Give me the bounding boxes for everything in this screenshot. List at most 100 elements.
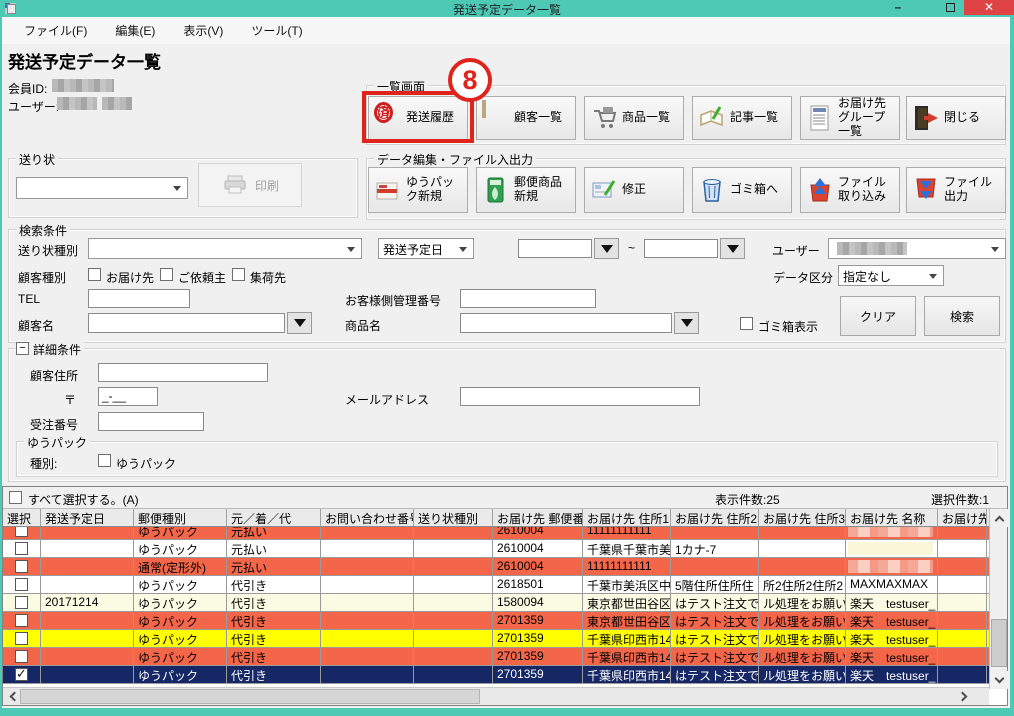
pickup-checkbox[interactable]	[232, 268, 245, 281]
cell-payment[interactable]: 代引き	[227, 612, 321, 629]
delivery-dest-checkbox[interactable]	[88, 268, 101, 281]
column-header[interactable]: 送り状種別	[414, 509, 493, 526]
cell-extra[interactable]	[938, 540, 987, 557]
row-checkbox[interactable]	[15, 578, 28, 591]
cell-date[interactable]	[41, 576, 134, 593]
table-row[interactable]: ゆうパック代引き2701359千葉県印西市14はテスト注文ですル処理をお願いし楽…	[3, 666, 989, 684]
search-button[interactable]: 検索	[924, 296, 1000, 336]
cell-extra[interactable]	[938, 630, 987, 647]
delivery-group-list-button[interactable]: お届け先グループ一覧	[800, 96, 900, 140]
cell-inquiry[interactable]	[321, 612, 414, 629]
to-trash-button[interactable]: ゴミ箱へ	[692, 167, 792, 213]
cell-payment[interactable]: 代引き	[227, 576, 321, 593]
column-header[interactable]: 元／着／代	[227, 509, 321, 526]
cell-addr1[interactable]: 千葉市美浜区中	[583, 576, 671, 593]
row-checkbox[interactable]	[15, 650, 28, 663]
cell-inquiry[interactable]	[321, 527, 414, 539]
print-button[interactable]: 印刷	[198, 163, 302, 207]
cell-type[interactable]: ゆうパック	[134, 630, 227, 647]
cell-date[interactable]	[41, 527, 134, 539]
row-checkbox[interactable]	[15, 560, 28, 573]
cell-addr2[interactable]: はテスト注文です	[671, 666, 759, 683]
cell-addr1[interactable]: 千葉県印西市14	[583, 648, 671, 665]
cell-name[interactable]	[846, 558, 938, 575]
cell-invoice_type[interactable]	[414, 576, 493, 593]
data-kind-combo[interactable]: 指定なし	[838, 265, 944, 286]
trash-display-checkbox[interactable]	[740, 317, 753, 330]
cell-name[interactable]	[846, 527, 938, 539]
cell-invoice_type[interactable]	[414, 558, 493, 575]
minimize-button[interactable]: –	[888, 0, 908, 15]
row-checkbox-checked[interactable]	[15, 668, 28, 681]
select-all-checkbox[interactable]	[9, 491, 22, 504]
table-row[interactable]: ゆうパック代引き2701359東京都世田谷区はテスト注文ですル処理をお願いし楽天…	[3, 612, 989, 630]
cell-invoice_type[interactable]	[414, 666, 493, 683]
select-cell[interactable]	[3, 648, 41, 665]
clear-button[interactable]: クリア	[840, 296, 916, 336]
horizontal-scroll-thumb[interactable]	[20, 689, 480, 704]
cell-extra[interactable]	[938, 527, 987, 539]
cell-type[interactable]: ゆうパック	[134, 666, 227, 683]
column-header[interactable]: お届け先 住所1	[583, 509, 671, 526]
row-checkbox[interactable]	[15, 527, 28, 537]
date-from-dropdown-button[interactable]	[594, 238, 619, 259]
close-screen-button[interactable]: 閉じる	[906, 96, 1006, 140]
cell-addr2[interactable]: はテスト注文です	[671, 630, 759, 647]
cell-addr3[interactable]	[759, 540, 846, 557]
cell-date[interactable]	[41, 540, 134, 557]
cell-postal[interactable]: 2701359	[493, 630, 583, 647]
file-export-button[interactable]: ファイル出力	[906, 167, 1006, 213]
cell-addr1[interactable]: 千葉県印西市14	[583, 630, 671, 647]
cell-name[interactable]: 楽天 testuser_	[846, 666, 938, 683]
cell-payment[interactable]: 代引き	[227, 648, 321, 665]
cell-inquiry[interactable]	[321, 648, 414, 665]
cell-invoice_type[interactable]	[414, 612, 493, 629]
cell-inquiry[interactable]	[321, 666, 414, 683]
table-row[interactable]: 通常(定形外)元払い261000411111111111	[3, 558, 989, 576]
cell-addr3[interactable]: ル処理をお願いし	[759, 594, 846, 611]
cell-name[interactable]: MAXMAXMAX	[846, 576, 938, 593]
cell-inquiry[interactable]	[321, 540, 414, 557]
cell-invoice_type[interactable]	[414, 630, 493, 647]
cell-type[interactable]: ゆうパック	[134, 540, 227, 557]
cell-extra[interactable]	[938, 648, 987, 665]
email-input[interactable]	[460, 387, 700, 406]
cell-addr2[interactable]: はテスト注文です	[671, 594, 759, 611]
cell-addr2[interactable]	[671, 527, 759, 539]
customer-name-dropdown-button[interactable]	[287, 312, 312, 334]
cell-name[interactable]: 楽天 testuser_	[846, 630, 938, 647]
cell-type[interactable]: ゆうパック	[134, 648, 227, 665]
cell-name[interactable]: 楽天 testuser_	[846, 648, 938, 665]
cell-inquiry[interactable]	[321, 576, 414, 593]
select-cell[interactable]	[3, 630, 41, 647]
cell-date[interactable]	[41, 648, 134, 665]
menu-view[interactable]: 表示(V)	[169, 22, 237, 39]
cell-postal[interactable]: 1580094	[493, 594, 583, 611]
select-cell[interactable]	[3, 612, 41, 629]
vertical-scroll-thumb[interactable]	[991, 619, 1007, 667]
column-header[interactable]: 発送予定日	[41, 509, 134, 526]
customer-mgmt-input[interactable]	[460, 289, 596, 308]
menu-edit[interactable]: 編集(E)	[101, 22, 169, 39]
maximize-button[interactable]	[940, 0, 960, 15]
cell-date[interactable]	[41, 558, 134, 575]
invoice-type-combo[interactable]	[88, 238, 362, 259]
postal-input[interactable]: _-__	[98, 387, 158, 406]
detail-collapse-toggle[interactable]: −	[16, 342, 29, 355]
column-header[interactable]: 郵便種別	[134, 509, 227, 526]
cell-invoice_type[interactable]	[414, 648, 493, 665]
cell-addr1[interactable]: 11111111111	[583, 527, 671, 539]
cell-addr2[interactable]: 5階住所住所住	[671, 576, 759, 593]
horizontal-scrollbar[interactable]	[3, 687, 989, 705]
row-checkbox[interactable]	[15, 614, 28, 627]
select-cell[interactable]	[3, 558, 41, 575]
cell-addr3[interactable]	[759, 527, 846, 539]
column-header[interactable]: お届け先	[938, 509, 987, 526]
customer-address-input[interactable]	[98, 363, 268, 382]
cell-addr1[interactable]: 11111111111	[583, 558, 671, 575]
date-from-input[interactable]	[518, 239, 592, 258]
cell-extra[interactable]	[938, 576, 987, 593]
cell-payment[interactable]: 代引き	[227, 666, 321, 683]
table-row[interactable]: ゆうパック代引き2618501千葉市美浜区中5階住所住所住所2住所2住所2MAX…	[3, 576, 989, 594]
cell-extra[interactable]	[938, 666, 987, 683]
